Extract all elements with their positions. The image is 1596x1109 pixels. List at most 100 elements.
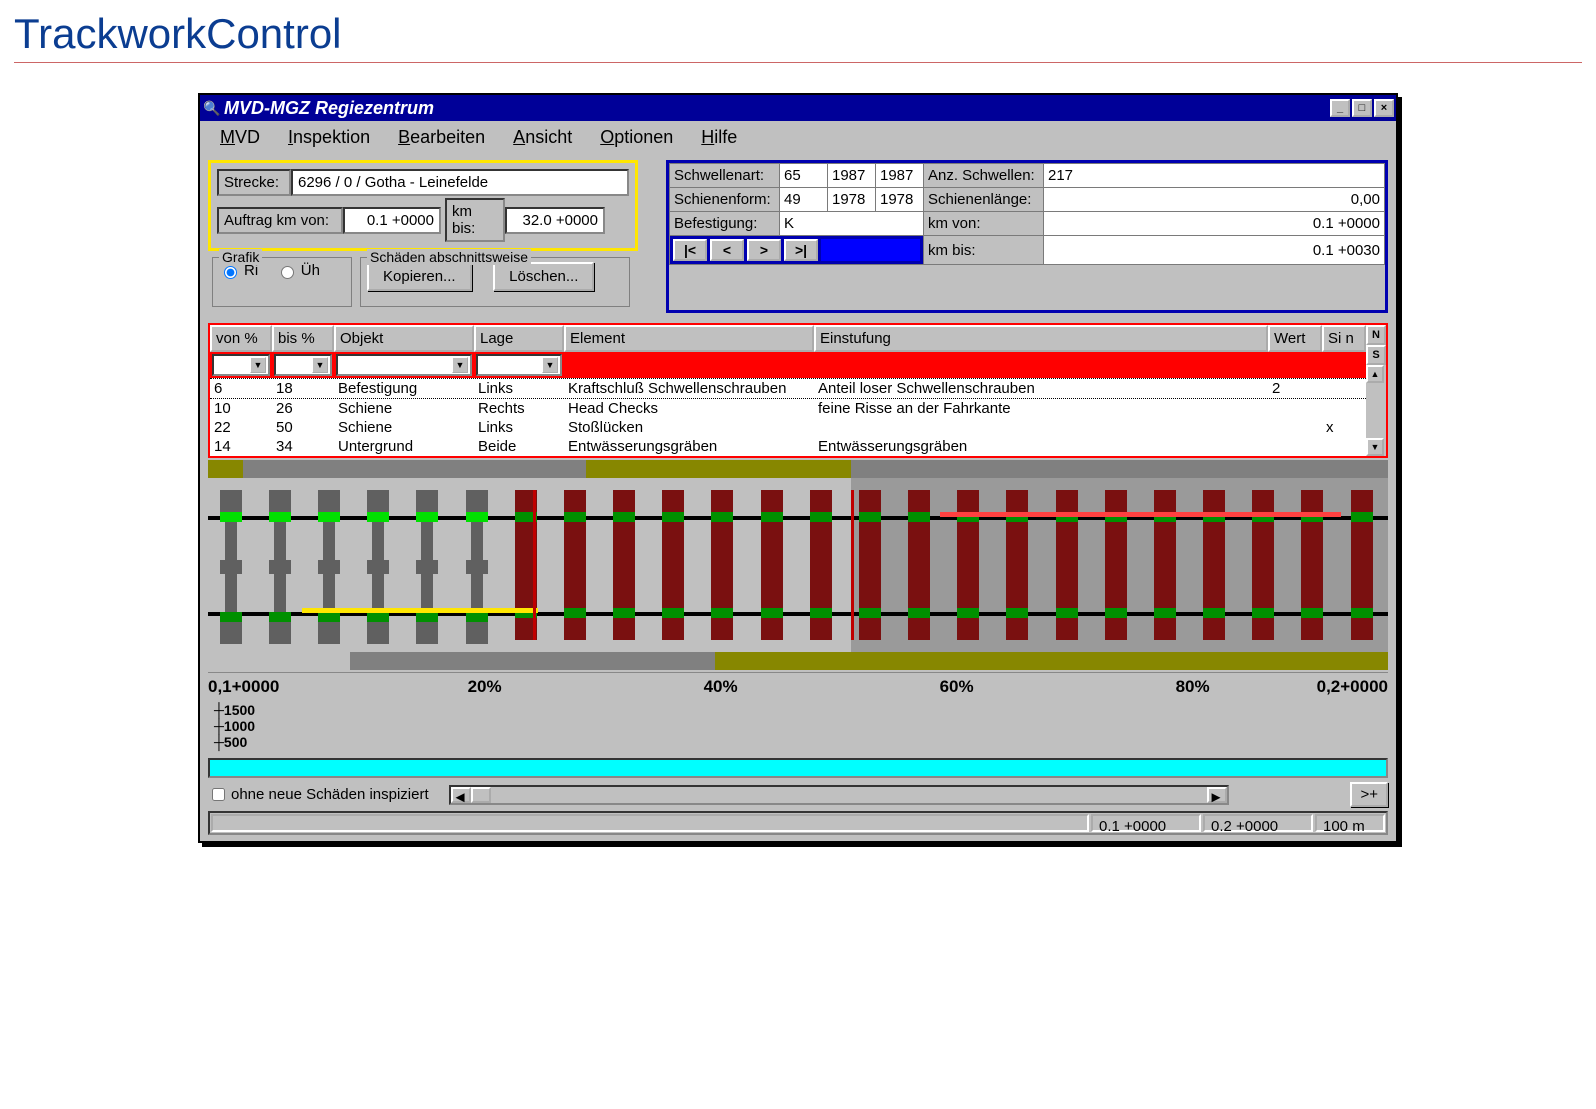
table-cell: 18 [272, 379, 334, 398]
filter-lage[interactable]: ▼ [476, 354, 562, 376]
filter-von[interactable]: ▼ [212, 354, 270, 376]
filter-bis[interactable]: ▼ [274, 354, 332, 376]
schaden-title: Schäden abschnittsweise [367, 249, 531, 265]
table-cell: Head Checks [564, 399, 814, 418]
anz-schwellen-label: Anz. Schwellen: [924, 164, 1044, 188]
maximize-button[interactable]: □ [1352, 99, 1372, 117]
hdr-lage[interactable]: Lage [474, 325, 564, 352]
info-km-von-value: 0.1 +0000 [1044, 212, 1385, 236]
schienenform-label: Schienenform: [670, 188, 780, 212]
table-row[interactable]: 1026SchieneRechtsHead Checksfeine Risse … [210, 399, 1366, 418]
radio-uh[interactable]: Üh [276, 262, 320, 279]
inspected-checkbox[interactable] [212, 788, 225, 801]
scroll-left-icon[interactable]: ◄ [451, 787, 471, 803]
status-scale: 100 m [1315, 814, 1385, 832]
minimize-button[interactable]: _ [1330, 99, 1350, 117]
sleeper-wood [711, 490, 733, 640]
grafik-title: Grafik [219, 249, 262, 265]
sleeper-steel [269, 490, 291, 640]
menu-hilfe[interactable]: Hilfe [687, 125, 751, 150]
sleeper-steel [367, 490, 389, 640]
section-marker [533, 490, 536, 640]
table-cell: Entwässerungsgräben [814, 437, 1268, 456]
nav-prev[interactable]: < [710, 239, 744, 261]
schaden-group: Schäden abschnittsweise Kopieren... Lösc… [360, 257, 630, 307]
ruler-start: 0,1+0000 [208, 677, 279, 697]
menu-inspektion[interactable]: Inspektion [274, 125, 384, 150]
nav-last[interactable]: >| [784, 239, 818, 261]
sleeper-steel [220, 490, 242, 640]
btn-n[interactable]: N [1366, 325, 1386, 345]
sleeper-wood [564, 490, 586, 640]
schienenlaenge-value: 0,00 [1044, 188, 1385, 212]
ruler-20: 20% [468, 677, 502, 697]
nav-first[interactable]: |< [673, 239, 707, 261]
sleeper-steel [416, 490, 438, 640]
kopieren-button[interactable]: Kopieren... [367, 262, 472, 291]
hdr-bis[interactable]: bis % [272, 325, 334, 352]
sub-ruler: ┼1500 ┼1000 ┼500 [208, 700, 1388, 756]
menu-ansicht[interactable]: Ansicht [499, 125, 586, 150]
hdr-sin[interactable]: Si n [1322, 325, 1366, 352]
table-row[interactable]: 2250SchieneLinksStoßlückenx [210, 418, 1366, 437]
table-row[interactable]: 1434UntergrundBeideEntwässerungsgräbenEn… [210, 437, 1366, 456]
grafik-group: Grafik Ri Üh [212, 257, 352, 307]
nav-next[interactable]: > [747, 239, 781, 261]
scroll-right-icon[interactable]: ► [1207, 787, 1227, 803]
titlebar: 🔍 MVD-MGZ Regiezentrum _ □ × [200, 95, 1396, 121]
table-cell: 34 [272, 437, 334, 456]
sleeper-steel [318, 490, 340, 640]
filter-objekt[interactable]: ▼ [336, 354, 472, 376]
strecke-value[interactable]: 6296 / 0 / Gotha - Leinefelde [291, 169, 629, 196]
sub-500: ┼500 [214, 734, 1382, 750]
ruler-end: 0,2+0000 [1317, 677, 1388, 697]
hdr-einstufung[interactable]: Einstufung [814, 325, 1268, 352]
table-cell: Untergrund [334, 437, 474, 456]
hdr-element[interactable]: Element [564, 325, 814, 352]
table-cell: Stoßlücken [564, 418, 814, 437]
loeschen-button[interactable]: Löschen... [493, 262, 594, 291]
table-cell: 10 [210, 399, 272, 418]
table-cell: 6 [210, 379, 272, 398]
top-controls: Strecke: 6296 / 0 / Gotha - Leinefelde A… [200, 154, 1396, 319]
km-von-input[interactable]: 0.1 +0000 [343, 207, 441, 234]
table-cell: Rechts [474, 399, 564, 418]
menu-bearbeiten[interactable]: Bearbeiten [384, 125, 499, 150]
schwellenart-label: Schwellenart: [670, 164, 780, 188]
zoom-button[interactable]: >+ [1350, 782, 1388, 807]
table-row[interactable]: 618BefestigungLinksKraftschluß Schwellen… [210, 379, 1366, 399]
table-cell: 50 [272, 418, 334, 437]
scroll-up-icon[interactable]: ▲ [1366, 365, 1384, 383]
table-cell: Entwässerungsgräben [564, 437, 814, 456]
menu-mvd[interactable]: MVD [206, 125, 274, 150]
info-km-bis-label: km bis: [924, 236, 1044, 265]
bottom-row: ohne neue Schäden inspiziert ◄ ► >+ [208, 782, 1388, 807]
sub-1000: ┼1000 [214, 718, 1382, 734]
km-bis-input[interactable]: 32.0 +0000 [505, 207, 605, 234]
app-icon: 🔍 [202, 100, 222, 117]
table-cell: 14 [210, 437, 272, 456]
region-bar [350, 652, 716, 670]
table-cell: Beide [474, 437, 564, 456]
scroll-down-icon[interactable]: ▼ [1366, 438, 1384, 456]
defect-marker-yellow [302, 608, 538, 613]
defect-table: von % bis % Objekt Lage Element Einstufu… [208, 323, 1388, 458]
scroll-thumb[interactable] [471, 787, 491, 803]
close-button[interactable]: × [1374, 99, 1394, 117]
status-km1: 0.1 +0000 [1091, 814, 1201, 832]
position-ruler: 0,1+0000 20% 40% 60% 80% 0,2+0000 [208, 672, 1388, 700]
h-scrollbar[interactable]: ◄ ► [449, 785, 1229, 805]
table-cell [814, 418, 1268, 437]
hdr-objekt[interactable]: Objekt [334, 325, 474, 352]
route-box: Strecke: 6296 / 0 / Gotha - Leinefelde A… [208, 160, 638, 251]
table-scrollbar[interactable]: ▲ ▼ [1366, 365, 1384, 456]
menu-optionen[interactable]: Optionen [586, 125, 687, 150]
hdr-von[interactable]: von % [210, 325, 272, 352]
btn-s[interactable]: S [1366, 345, 1386, 365]
hdr-wert[interactable]: Wert [1268, 325, 1322, 352]
status-km2: 0.2 +0000 [1203, 814, 1313, 832]
sleeper-wood [1351, 490, 1373, 640]
strecke-label: Strecke: [217, 169, 291, 196]
schienenlaenge-label: Schienenlänge: [924, 188, 1044, 212]
region-bar [586, 460, 852, 478]
